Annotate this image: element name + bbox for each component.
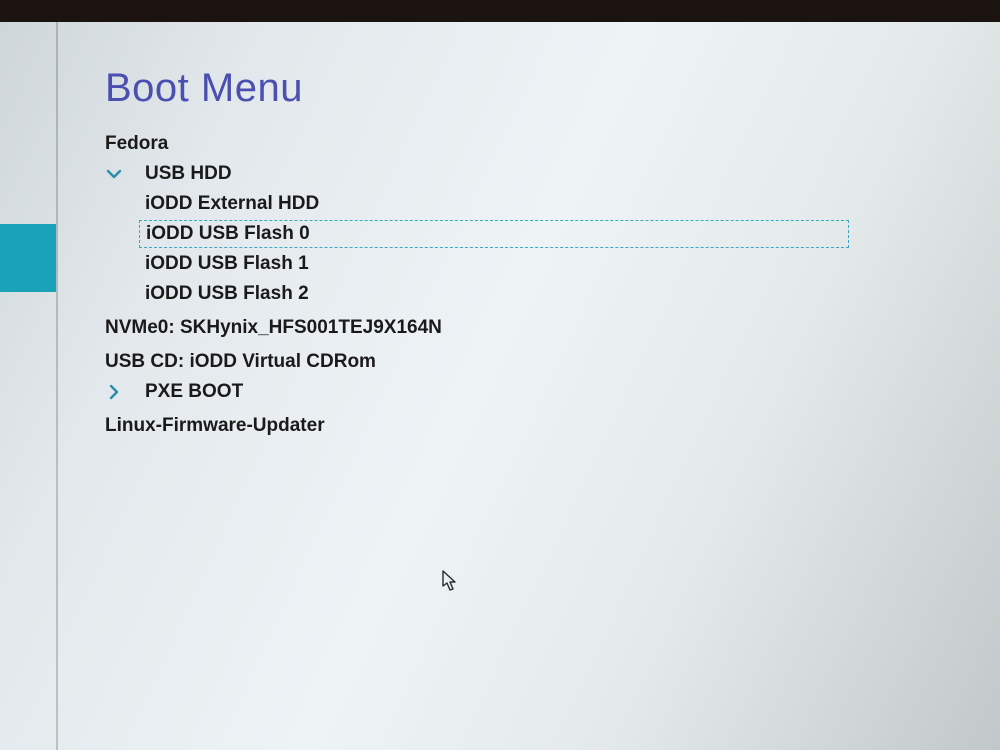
boot-item-linux-firmware-updater[interactable]: Linux-Firmware-Updater — [105, 411, 970, 441]
boot-item-iodd-usb-flash-1[interactable]: iODD USB Flash 1 — [105, 249, 970, 279]
boot-item-usb-cd[interactable]: USB CD: iODD Virtual CDRom — [105, 347, 970, 377]
boot-item-label-selected: iODD USB Flash 0 — [139, 220, 849, 248]
boot-group-usb-hdd[interactable]: USB HDD — [105, 159, 970, 189]
tab-strip-divider — [56, 22, 58, 750]
chevron-down-icon — [105, 165, 137, 183]
boot-menu-panel: Boot Menu Fedora USB HDD iODD External H… — [105, 66, 970, 441]
boot-item-label: iODD USB Flash 1 — [145, 253, 309, 275]
boot-item-label: Fedora — [105, 133, 168, 155]
left-tab-strip — [0, 22, 80, 750]
boot-item-label: Linux-Firmware-Updater — [105, 415, 325, 437]
boot-group-label: USB HDD — [145, 163, 232, 185]
boot-group-label: PXE BOOT — [145, 381, 243, 403]
boot-item-label: USB CD: iODD Virtual CDRom — [105, 351, 376, 373]
boot-item-iodd-usb-flash-2[interactable]: iODD USB Flash 2 — [105, 279, 970, 309]
chevron-right-icon — [105, 383, 137, 401]
boot-item-iodd-usb-flash-0[interactable]: iODD USB Flash 0 — [105, 219, 970, 249]
boot-item-label: iODD External HDD — [145, 193, 319, 215]
bezel-top — [0, 0, 1000, 22]
boot-group-pxe[interactable]: PXE BOOT — [105, 377, 970, 407]
tab-boot[interactable] — [0, 224, 56, 292]
bios-screen: Boot Menu Fedora USB HDD iODD External H… — [0, 22, 1000, 750]
page-title: Boot Menu — [105, 66, 970, 111]
cursor-icon — [442, 570, 458, 592]
boot-item-iodd-external-hdd[interactable]: iODD External HDD — [105, 189, 970, 219]
boot-item-nvme0[interactable]: NVMe0: SKHynix_HFS001TEJ9X164N — [105, 313, 970, 343]
boot-item-label: NVMe0: SKHynix_HFS001TEJ9X164N — [105, 317, 442, 339]
boot-item-fedora[interactable]: Fedora — [105, 129, 970, 159]
boot-item-label: iODD USB Flash 2 — [145, 283, 309, 305]
